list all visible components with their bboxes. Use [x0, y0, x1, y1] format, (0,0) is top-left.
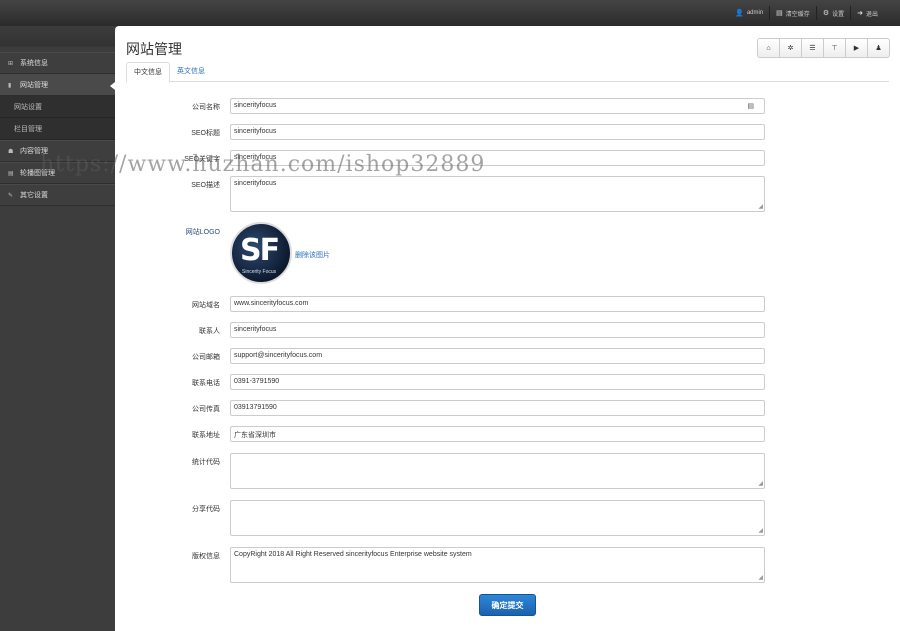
cache-icon: ▤	[776, 10, 783, 17]
tab-chinese-info[interactable]: 中文信息	[126, 62, 170, 83]
submit-button[interactable]: 确定提交	[479, 594, 536, 616]
sidebar-item-label: 轮播图管理	[20, 170, 55, 177]
settings-link[interactable]: ⚙ 设置	[815, 6, 850, 20]
seo-desc-value: sincerityfocus	[234, 180, 277, 187]
settings-button[interactable]: ✲	[779, 38, 802, 58]
sidebar-item-label: 网站管理	[20, 82, 48, 89]
domain-label: 网站域名	[192, 302, 220, 309]
sidebar-item-label: 系统信息	[20, 60, 48, 67]
settings-icon: ✲	[787, 45, 794, 52]
fax-field[interactable]: 03913791590	[230, 400, 765, 416]
page-icon: ▮	[8, 82, 12, 89]
settings-label: 设置	[832, 11, 845, 18]
gear-icon: ⚙	[822, 10, 830, 17]
logout-icon: ➜	[857, 10, 863, 17]
admin-link[interactable]: 👤 admin	[729, 6, 769, 20]
sidebar-item-label: 网站设置	[14, 103, 42, 111]
seo-title-label: SEO标题	[191, 130, 220, 137]
share-code-label: 分享代码	[192, 506, 220, 513]
company-name-value: sincerityfocus	[234, 102, 277, 109]
user-icon: 👤	[735, 10, 744, 17]
contact-card-icon: ▤	[747, 103, 754, 110]
phone-field[interactable]: 0391-3791590	[230, 374, 765, 390]
sidebar-item-site-management[interactable]: ▮ 网站管理	[0, 74, 115, 96]
sidebar-item-carousel-management[interactable]: ▤ 轮播图管理	[0, 162, 115, 184]
sidebar-subitem-site-settings[interactable]: 网站设置	[0, 96, 115, 118]
admin-label: admin	[746, 10, 764, 16]
sidebar-header	[0, 26, 115, 52]
user-button[interactable]: ♟	[867, 38, 890, 58]
seo-title-field[interactable]: sincerityfocus	[230, 124, 765, 140]
logo-mark: SF	[240, 233, 280, 268]
seo-keywords-field[interactable]: sincerityfocus	[230, 150, 765, 166]
sidebar-item-label: 栏目管理	[14, 125, 42, 133]
toolbar: ⌂ ✲ ☰ ⊤ ▶ ♟	[757, 38, 890, 58]
home-button[interactable]: ⌂	[757, 38, 780, 58]
contact-label: 联系人	[199, 328, 220, 335]
sidebar-subitem-column-management[interactable]: 栏目管理	[0, 118, 115, 140]
video-button[interactable]: ▶	[845, 38, 868, 58]
columns-button[interactable]: ⊤	[823, 38, 846, 58]
copyright-value: CopyRight 2018 All Right Reserved sincer…	[234, 551, 472, 558]
top-links: 👤 admin ▤ 清空缓存 ⚙ 设置 ➜ 退出	[729, 6, 884, 20]
share-code-textarea[interactable]: ◢	[230, 500, 765, 536]
list-icon: ☰	[809, 45, 816, 52]
columns-icon: ⊤	[831, 45, 838, 52]
logo-caption: Sincerity Focus	[242, 269, 277, 275]
user-icon: ♟	[875, 45, 882, 52]
top-bar: 👤 admin ▤ 清空缓存 ⚙ 设置 ➜ 退出	[0, 0, 900, 26]
stats-code-label: 统计代码	[192, 459, 220, 466]
sidebar-item-system-info[interactable]: ⊞ 系统信息	[0, 52, 115, 74]
company-name-label: 公司名称	[192, 104, 220, 111]
wrench-icon: ✎	[8, 192, 14, 199]
content-icon: ☗	[8, 148, 14, 155]
logout-link[interactable]: ➜ 退出	[850, 6, 884, 20]
tab-english-info[interactable]: 英文信息	[170, 62, 212, 82]
seo-desc-label: SEO描述	[191, 182, 220, 189]
seo-keywords-label: SEO关键字	[184, 156, 220, 163]
email-label: 公司邮箱	[192, 354, 220, 361]
fax-label: 公司传真	[192, 406, 220, 413]
grid-icon: ⊞	[8, 60, 14, 67]
stats-code-textarea[interactable]: ◢	[230, 453, 765, 489]
page-title: 网站管理	[126, 41, 182, 57]
address-field[interactable]: 广东省深圳市	[230, 426, 765, 442]
tab-bar: 中文信息 英文信息	[126, 62, 889, 83]
main-panel: 网站管理 ⌂ ✲ ☰ ⊤ ▶ ♟ 中文信息 英文信息 公司名称 sincerit…	[115, 26, 900, 631]
sidebar-item-content-management[interactable]: ☗ 内容管理	[0, 140, 115, 162]
company-name-field[interactable]: sincerityfocus ▤	[230, 98, 765, 114]
resize-handle-icon[interactable]: ◢	[758, 204, 763, 210]
video-icon: ▶	[853, 45, 860, 52]
domain-field[interactable]: www.sincerityfocus.com	[230, 296, 765, 312]
clear-cache-label: 清空缓存	[785, 11, 810, 18]
clear-cache-link[interactable]: ▤ 清空缓存	[769, 6, 816, 20]
delete-image-link[interactable]: 删除该图片	[295, 250, 330, 260]
copyright-textarea[interactable]: CopyRight 2018 All Right Reserved sincer…	[230, 547, 765, 583]
logo-label: 网站LOGO	[185, 229, 220, 236]
sidebar-item-label: 其它设置	[20, 192, 48, 199]
logo-image: SF Sincerity Focus	[230, 222, 292, 284]
address-label: 联系地址	[192, 432, 220, 439]
home-icon: ⌂	[766, 44, 771, 52]
resize-handle-icon[interactable]: ◢	[758, 481, 763, 487]
phone-label: 联系电话	[192, 380, 220, 387]
logout-label: 退出	[865, 11, 878, 18]
contact-field[interactable]: sincerityfocus	[230, 322, 765, 338]
sidebar: ⊞ 系统信息 ▮ 网站管理 网站设置 栏目管理 ☗ 内容管理 ▤ 轮播图管理 ✎ 其它设置	[0, 26, 115, 631]
sidebar-item-other-settings[interactable]: ✎ 其它设置	[0, 184, 115, 206]
list-button[interactable]: ☰	[801, 38, 824, 58]
copyright-label: 版权信息	[192, 553, 220, 560]
seo-desc-textarea[interactable]: sincerityfocus ◢	[230, 176, 765, 212]
resize-handle-icon[interactable]: ◢	[758, 528, 763, 534]
resize-handle-icon[interactable]: ◢	[758, 575, 763, 581]
picture-icon: ▤	[8, 170, 14, 177]
email-field[interactable]: support@sincerityfocus.com	[230, 348, 765, 364]
sidebar-item-label: 内容管理	[20, 148, 48, 155]
